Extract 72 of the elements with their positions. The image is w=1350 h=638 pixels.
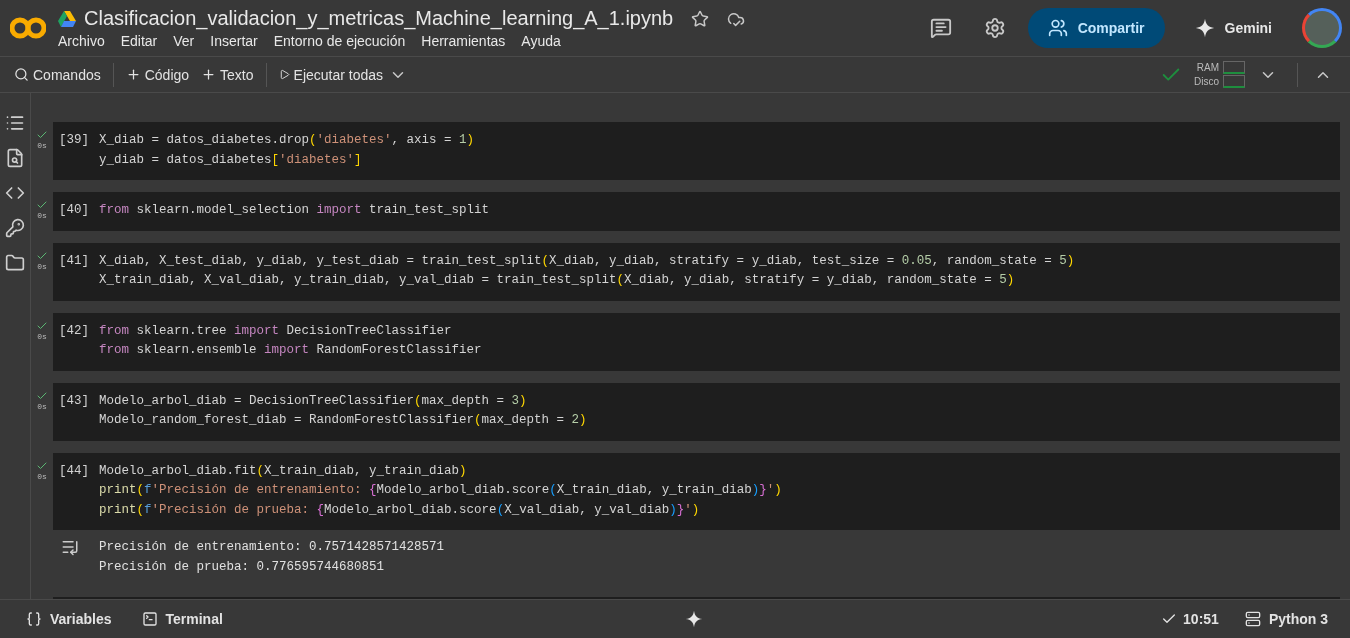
code-line: from sklearn.model_selection import train_test_split	[99, 202, 490, 219]
run-time: 0s	[37, 401, 47, 411]
status-time: 10:51	[1183, 611, 1219, 627]
plus-icon	[201, 67, 217, 82]
code-line: X_diab = datos_diabetes.drop('diabetes', axis = 1)	[99, 132, 475, 149]
code-line: Modelo_arbol_diab.fit(X_train_diab, y_train_diab)	[99, 462, 468, 480]
menu-item[interactable]: Entorno de ejecución	[273, 33, 406, 49]
execution-count: [39]	[59, 132, 90, 149]
code-line: X_train_diab, X_val_diab, y_train_diab, y_val_diab = train_test_split(X_diab, y_diab, stratify = y_diab, random_state = 5)	[99, 272, 1016, 289]
code-line: from sklearn.ensemble import RandomForestClassifier	[99, 342, 482, 359]
code-cell[interactable]: [39] X_diab = datos_diabetes.drop('diabetes', axis = 1) y_diab = datos_diabetes['diabetes']	[53, 122, 1340, 180]
gemini-button[interactable]: Gemini	[1188, 17, 1278, 39]
run-time: 0s	[37, 331, 47, 341]
add-text-button[interactable]: Texto	[195, 66, 260, 83]
play-icon	[278, 69, 290, 80]
menu-item[interactable]: Ver	[173, 33, 195, 49]
star-icon[interactable]	[691, 9, 710, 28]
key-icon[interactable]	[5, 218, 25, 238]
ram-meter	[1223, 61, 1245, 74]
code-cell[interactable]: [40] from sklearn.model_selection import train_test_split	[53, 192, 1340, 231]
terminal-icon	[141, 611, 158, 627]
variables-button[interactable]: Variables	[20, 610, 118, 628]
server-icon	[1244, 611, 1261, 627]
menu-item[interactable]: Herramientas	[421, 33, 506, 49]
output-line: Precisión de prueba: 0.776595744680851	[99, 558, 386, 576]
runtime-button[interactable]: Python 3	[1238, 610, 1334, 628]
folder-icon[interactable]	[5, 253, 25, 273]
execution-count: [41]	[59, 252, 90, 270]
menu-item[interactable]: Archivo	[58, 33, 105, 49]
table-of-contents-icon[interactable]	[5, 113, 25, 133]
code-cell[interactable]	[53, 452, 1340, 530]
code-cell[interactable]: [42] from sklearn.tree import DecisionTreeClassifier from sklearn.ensemble import RandomForestClassifier	[53, 312, 1340, 371]
search-icon	[14, 67, 29, 82]
code-line: y_diab = datos_diabetes['diabetes']	[99, 151, 363, 169]
execution-count: [40]	[59, 202, 90, 219]
commands-button[interactable]: Comandos	[8, 66, 107, 83]
code-line: print(f'Precisión de prueba: {Modelo_arbol_diab.score(X_val_diab, y_val_diab)}')	[99, 501, 701, 519]
ram-label: RAM	[1196, 62, 1219, 73]
code-line: from sklearn.tree import DecisionTreeClassifier	[99, 322, 453, 340]
run-time: 0s	[37, 211, 47, 220]
code-line: print(f'Precisión de entrenamiento: {Modelo_arbol_diab.score(X_train_diab, y_train_diab)}')	[99, 482, 782, 499]
braces-icon	[26, 611, 42, 627]
settings-icon[interactable]	[983, 17, 1006, 39]
code-line: Modelo_random_forest_diab = RandomForestClassifier(max_depth = 2)	[99, 412, 587, 429]
execution-count: [44]	[59, 462, 90, 480]
add-code-button[interactable]: Código	[119, 66, 196, 83]
code-cell[interactable]: [43] Modelo_arbol_diab = DecisionTreeClassifier(max_depth = 3) Modelo_random_forest_diab = RandomForestClassifier(max_depth = 2)	[53, 382, 1340, 441]
find-icon[interactable]	[5, 148, 25, 168]
people-icon	[1047, 18, 1068, 38]
avatar[interactable]	[1302, 8, 1342, 48]
run-time: 0s	[37, 261, 47, 271]
menu-item[interactable]: Insertar	[210, 33, 258, 49]
share-button[interactable]: Compartir	[1027, 8, 1165, 48]
drive-icon	[58, 10, 76, 27]
terminal-button[interactable]: Terminal	[135, 610, 229, 628]
disk-meter	[1223, 75, 1245, 88]
menu-item[interactable]: Ayuda	[521, 33, 561, 49]
execution-count: [43]	[59, 392, 90, 410]
comment-icon[interactable]	[929, 17, 952, 39]
code-cell[interactable]	[53, 242, 1340, 301]
disk-label: Disco	[1194, 76, 1219, 87]
menu-item[interactable]: Editar	[120, 33, 158, 49]
run-all-button[interactable]: Ejecutar todas	[272, 66, 390, 83]
code-line: Modelo_arbol_diab = DecisionTreeClassifier(max_depth = 3)	[99, 392, 528, 410]
code-line: X_diab, X_test_diab, y_diab, y_test_diab = train_test_split(X_diab, y_diab, stratify = y_diab, test_size = 0.05, random_state = 5)	[99, 252, 1075, 270]
run-time: 0s	[37, 471, 47, 481]
output-line: Precisión de entrenamiento: 0.7571428571428571	[99, 539, 445, 556]
notebook-title[interactable]: Clasificacion_validacion_y_metricas_Machine_learning_A_1.ipynb	[84, 7, 674, 30]
execution-count: [42]	[59, 322, 90, 340]
logo-icon[interactable]	[10, 16, 46, 40]
plus-icon	[125, 67, 141, 82]
run-time: 0s	[37, 141, 47, 150]
